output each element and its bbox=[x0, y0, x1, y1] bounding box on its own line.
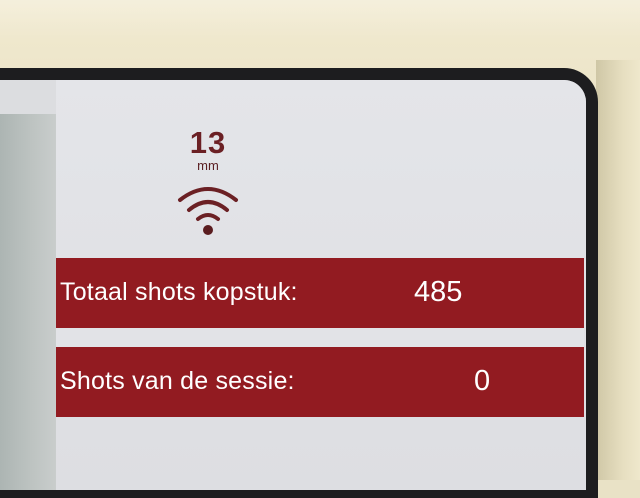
display-screen: 13 mm Totaal shots kopstuk: 485 Shots va… bbox=[0, 80, 586, 490]
left-side-panel bbox=[0, 114, 56, 490]
nozzle-size-value: 13 bbox=[189, 125, 227, 160]
nozzle-size-indicator: 13 mm bbox=[176, 127, 240, 173]
wifi-signal-icon bbox=[178, 187, 238, 235]
session-shots-row: Shots van de sessie: 0 bbox=[56, 347, 584, 417]
main-panel: 13 mm Totaal shots kopstuk: 485 Shots va… bbox=[56, 80, 586, 490]
nozzle-size-unit: mm bbox=[197, 158, 219, 173]
session-shots-label: Shots van de sessie: bbox=[60, 367, 295, 395]
row-separator bbox=[56, 328, 584, 347]
total-shots-row: Totaal shots kopstuk: 485 bbox=[56, 258, 584, 328]
session-shots-value: 0 bbox=[474, 365, 491, 397]
total-shots-value: 485 bbox=[414, 276, 463, 308]
total-shots-label: Totaal shots kopstuk: bbox=[60, 278, 298, 306]
device-housing-side bbox=[596, 60, 640, 480]
